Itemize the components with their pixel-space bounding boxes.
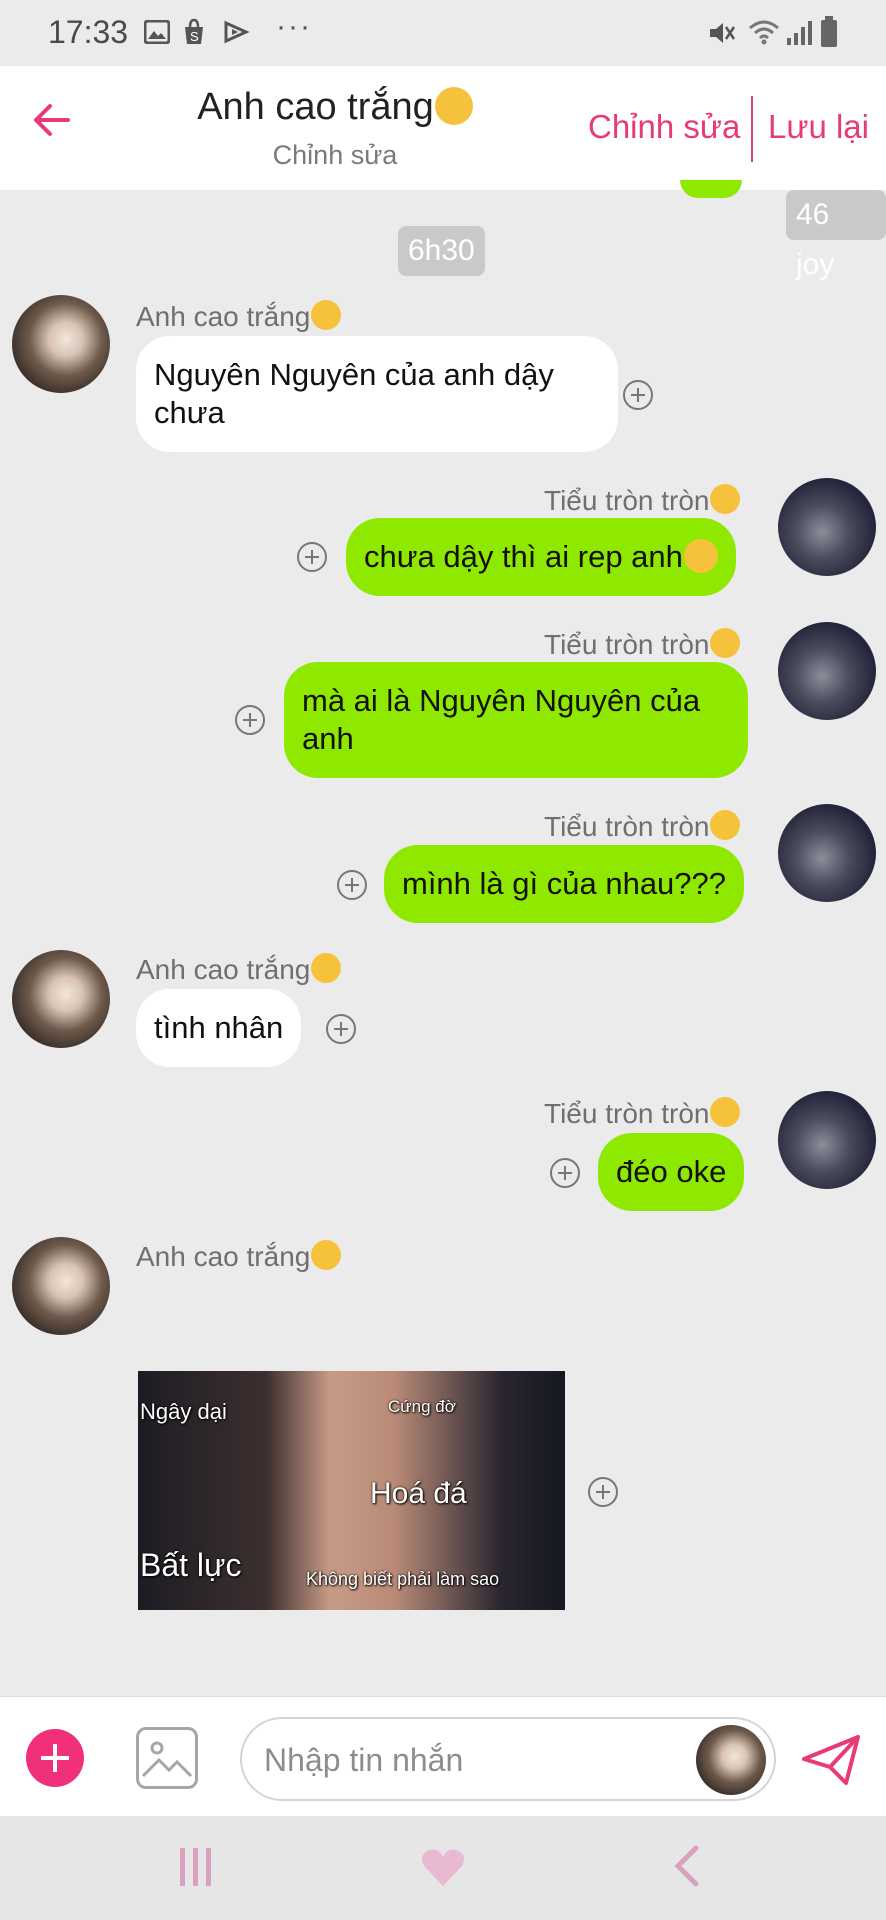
message-text: chưa [154, 395, 225, 430]
message-bubble[interactable]: mà ai là Nguyên Nguyên của anh [284, 662, 748, 778]
smile-emoji-icon [683, 539, 718, 573]
home-heart-icon[interactable] [420, 1846, 466, 1888]
avatar[interactable] [778, 1091, 876, 1189]
partial-time-badge: 46 joy [786, 190, 886, 281]
sender-avatar-toggle[interactable] [696, 1725, 766, 1795]
kiss-emoji-icon [710, 1097, 741, 1127]
message-bubble[interactable]: đéo oke [598, 1133, 745, 1211]
message-text: đéo oke [616, 1154, 727, 1189]
sender-name: Tiểu tròn tròn [544, 810, 741, 843]
svg-text:S: S [190, 29, 199, 44]
chat-header: Anh cao trắng Chỉnh sửa Chỉnh sửa Lưu lạ… [0, 66, 886, 190]
message-bubble[interactable]: tình nhân [136, 989, 302, 1067]
react-add-icon[interactable] [550, 1158, 580, 1188]
message-bubble[interactable]: mình là gì của nhau??? [384, 845, 745, 923]
battery-icon [821, 16, 837, 47]
kiss-emoji-icon [311, 953, 342, 983]
message-text: chưa dậy thì ai rep anh [364, 539, 683, 574]
image-caption: Bất lực [140, 1547, 242, 1583]
image-caption: Ngây dại [140, 1399, 227, 1424]
wifi-icon [749, 20, 779, 45]
avatar[interactable] [778, 804, 876, 902]
save-button[interactable]: Lưu lại [768, 108, 869, 146]
sender-name: Tiểu tròn tròn [544, 484, 741, 517]
kiss-emoji-icon [311, 1240, 342, 1270]
message-composer [0, 1696, 886, 1817]
sender-name: Anh cao trắng [136, 300, 342, 333]
more-icon: ··· [276, 10, 312, 43]
chat-subtitle: Chỉnh sửa [272, 140, 398, 170]
sender-name: Tiểu tròn tròn [544, 1097, 741, 1130]
add-button[interactable] [26, 1729, 84, 1787]
image-caption: Cứng đờ [388, 1397, 456, 1416]
react-add-icon[interactable] [297, 542, 327, 572]
kiss-emoji-icon [710, 484, 741, 514]
message-text: anh [302, 721, 354, 756]
sender-name: Tiểu tròn tròn [544, 628, 741, 661]
kiss-emoji-icon [311, 300, 342, 330]
image-message[interactable]: Ngây dại Cứng đờ Hoá đá Bất lực Không bi… [138, 1371, 565, 1610]
back-nav-icon[interactable] [672, 1844, 700, 1888]
kiss-emoji-icon [710, 628, 741, 658]
message-text: Nguyên Nguyên của anh dậy [154, 357, 554, 392]
image-caption: Không biết phải làm sao [306, 1569, 500, 1589]
sender-name: Anh cao trắng [136, 953, 342, 986]
sender-name: Anh cao trắng [136, 1240, 342, 1273]
react-add-icon[interactable] [588, 1477, 618, 1507]
react-add-icon[interactable] [235, 705, 265, 735]
message-input[interactable] [262, 1737, 686, 1783]
status-bar: 17:33 S ··· [0, 0, 886, 66]
image-caption: Hoá đá [370, 1477, 467, 1510]
mute-icon [710, 23, 736, 43]
avatar[interactable] [778, 622, 876, 720]
edit-button[interactable]: Chỉnh sửa [588, 108, 740, 146]
message-bubble[interactable]: chưa dậy thì ai rep anh [346, 518, 736, 596]
signal-icon [787, 21, 812, 45]
avatar[interactable] [12, 950, 110, 1048]
play-icon [224, 20, 250, 44]
gallery-icon[interactable] [136, 1727, 198, 1789]
recent-apps-icon[interactable] [178, 1846, 214, 1888]
chat-title: Anh cao trắng [0, 86, 670, 129]
send-icon[interactable] [800, 1733, 862, 1787]
system-nav-bar [0, 1816, 886, 1920]
avatar[interactable] [12, 1237, 110, 1335]
avatar[interactable] [12, 295, 110, 393]
partial-bubble [680, 180, 742, 198]
message-text: tình nhân [154, 1010, 284, 1045]
shopee-icon: S [185, 18, 203, 44]
message-text: mà ai là Nguyên Nguyên của [302, 683, 701, 718]
message-bubble[interactable]: Nguyên Nguyên của anh dậy chưa [136, 336, 618, 452]
react-add-icon[interactable] [337, 870, 367, 900]
kiss-emoji-icon [710, 810, 741, 840]
header-divider [751, 96, 753, 162]
message-text: mình là gì của nhau??? [402, 866, 727, 901]
react-add-icon[interactable] [326, 1014, 356, 1044]
avatar[interactable] [778, 478, 876, 576]
image-icon [144, 20, 170, 44]
message-input-field[interactable] [240, 1717, 776, 1801]
status-time: 17:33 [48, 14, 129, 50]
time-badge: 6h30 [398, 226, 485, 276]
react-add-icon[interactable] [623, 380, 653, 410]
kiss-emoji-icon [434, 87, 473, 125]
